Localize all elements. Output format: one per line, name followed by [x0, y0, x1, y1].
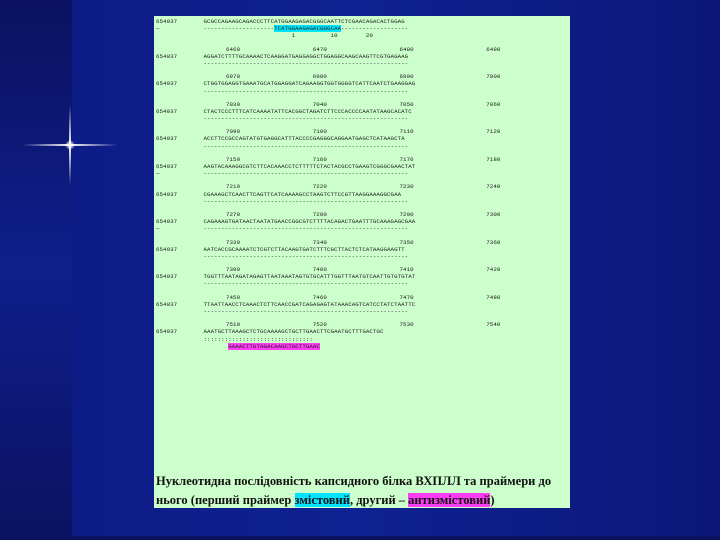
sequence-block: 7330 7340 7350 7360 7370 7380654037 AATC… — [156, 239, 568, 261]
accession-label: 654037 — [156, 80, 178, 88]
position-numbers: 7390 7400 7410 7420 7430 7440 — [226, 266, 501, 274]
alignment-row: ----------------------------------------… — [200, 142, 409, 150]
position-numbers: 7270 7280 7290 7300 7310 7320 — [226, 210, 501, 218]
accession-label: 654037 — [156, 300, 178, 308]
accession-label: 654037 — [156, 18, 178, 25]
accession-label: 654037 — [156, 328, 178, 336]
sequence-row: 654037 TGGTTTAATAGATAGAGTTAATAAATAGTGTGC… — [156, 273, 416, 281]
sequence-row: 654037 AAATGCTTAAAGCTCTGCAAAAGCTGCTTGAAC… — [156, 328, 384, 336]
sequence-row: 654037 CAGAAAGTGATAACTAATATGAACCGGCGTCTT… — [156, 218, 416, 226]
position-numbers: 7450 7460 7470 7480 7490 7500 — [226, 293, 501, 301]
position-numbers: 7030 7040 7050 7060 7070 7080 — [226, 100, 501, 108]
sequence-row: 654037 AATCACCGCAAAATCTCGTCTTACAAGTGATCT… — [156, 245, 405, 253]
sequence-row: 654037 CTGGTGGAGGTGAAATGCATGGAGGATCAGAAG… — [156, 80, 416, 88]
accession-label: 654037 — [156, 52, 178, 60]
sequence-block: 7270 7280 7290 7300 7310 7320654037 CAGA… — [156, 211, 568, 233]
sequence-block: 7030 7040 7050 7060 7070 7080654037 CTAC… — [156, 101, 568, 123]
antisense-primer-highlight: GAAACTTGTAGACAAGCTGCTTGAAC — [228, 342, 320, 350]
primer-row: 1 10 20 — [200, 32, 373, 40]
sequence-block: 7450 7460 7470 7480 7490 7500654037 TTAA… — [156, 294, 568, 316]
position-numbers: 6460 6470 6480 6490 6500 — [226, 45, 570, 53]
alignment-row: ----------------------------------------… — [200, 252, 409, 260]
accession-label: 654037 — [156, 163, 178, 170]
sequence-alignment: 654037 GCGCCAGAAGCAGACCCTTCATGGAAGAGACGG… — [156, 18, 568, 356]
alignment-row: ----------------------------------------… — [200, 197, 409, 205]
accession-label: 654037 — [156, 245, 178, 253]
caption-text-2: , другий – — [349, 493, 409, 507]
sequence-row: 654037 CTACTCCCTTTCATCAAAATATTCACGGCTAGA… — [156, 107, 412, 115]
sequence-block: 7090 7100 7110 7120 7130 7140654037 ACCT… — [156, 128, 568, 150]
position-numbers: 7210 7220 7230 7240 7250 7260 — [226, 183, 501, 191]
sequence-row: 654037 TTAATTAACCTCAAACTCTTCAACCGATCAGAG… — [156, 300, 416, 308]
sequence-block: 6970 6980 6990 7000 7010 7020654037 CTGG… — [156, 73, 568, 95]
position-numbers: 7330 7340 7350 7360 7370 7380 — [226, 238, 501, 246]
alignment-row: ----------------------------------------… — [200, 87, 409, 95]
sequence-block: 7390 7400 7410 7420 7430 7440654037 TGGT… — [156, 266, 568, 288]
alignment-row: — --------------------------------------… — [156, 170, 409, 178]
sequence-row: 654037 ACCTTCCGCCAGTATGTGAGGCATTTACCCCGA… — [156, 135, 405, 143]
caption-sense-primer: змістовий — [294, 493, 350, 507]
alignment-row: — --------------------TCATGGAAGAGACGGGCA… — [156, 25, 409, 33]
position-numbers: 7090 7100 7110 7120 7130 7140 — [226, 128, 501, 136]
accession-label: 654037 — [156, 218, 178, 226]
caption-antisense-primer: антизмістовий — [408, 493, 491, 507]
left-band — [0, 0, 72, 540]
primer-row: GAAACTTGTAGACAAGCTGCTTGAAC — [156, 342, 568, 350]
accession-label: 654037 — [156, 135, 178, 143]
alignment-row: ::::::::::::::::::::::::::::::: — [200, 335, 313, 343]
caption-text-3: ) — [490, 493, 495, 507]
sequence-row: 654037 AGGATCTTTTGCAAAACTCAAGGATGAGGAGGC… — [156, 52, 409, 60]
alignment-row: — --------------------------------------… — [156, 225, 409, 233]
sequence-row: 654037 CGAAAGCTCAACTTCAGTTCATCAAAAGCCTAA… — [156, 190, 402, 198]
sequence-block: 7210 7220 7230 7240 7250 7260654037 CGAA… — [156, 183, 568, 205]
alignment-row: ----------------------------------------… — [200, 59, 409, 67]
sequence-row: 654037 GCGCCAGAAGCAGACCCTTCATGGAAGAGACGG… — [156, 18, 405, 25]
position-numbers: 7150 7160 7170 7180 7190 7200 — [226, 155, 501, 163]
alignment-row: ----------------------------------------… — [200, 308, 409, 315]
sense-primer-highlight: TCATGGAAGAGACGGGCAA — [274, 25, 342, 33]
sequence-row: 654037 AAGTACAAAGGCGTCTTCACAAACCTCTTTTTC… — [156, 163, 416, 170]
sequence-panel: 654037 GCGCCAGAAGCAGACCCTTCATGGAAGAGACGG… — [154, 16, 570, 508]
slide-caption: Нуклеотидна послідовність капсидного біл… — [156, 472, 572, 510]
accession-label: 654037 — [156, 107, 178, 115]
sequence-block: 654037 GCGCCAGAAGCAGACCCTTCATGGAAGAGACGG… — [156, 18, 568, 40]
sequence-block: 7510 7520 7530 7540 7550 654037 AAATGCTTA… — [156, 321, 568, 350]
position-numbers: 6970 6980 6990 7000 7010 7020 — [226, 73, 501, 81]
accession-label: 654037 — [156, 190, 178, 198]
bottom-band — [0, 536, 720, 540]
sequence-block: 7150 7160 7170 7180 7190 7200654037 AAGT… — [156, 156, 568, 178]
alignment-row: ----------------------------------------… — [200, 280, 409, 288]
alignment-row: ----------------------------------------… — [200, 115, 409, 123]
position-numbers: 7510 7520 7530 7540 7550 — [226, 321, 570, 329]
accession-label: 654037 — [156, 273, 178, 281]
sequence-block: 6460 6470 6480 6490 6500 654037 AGGATCTTT… — [156, 46, 568, 68]
